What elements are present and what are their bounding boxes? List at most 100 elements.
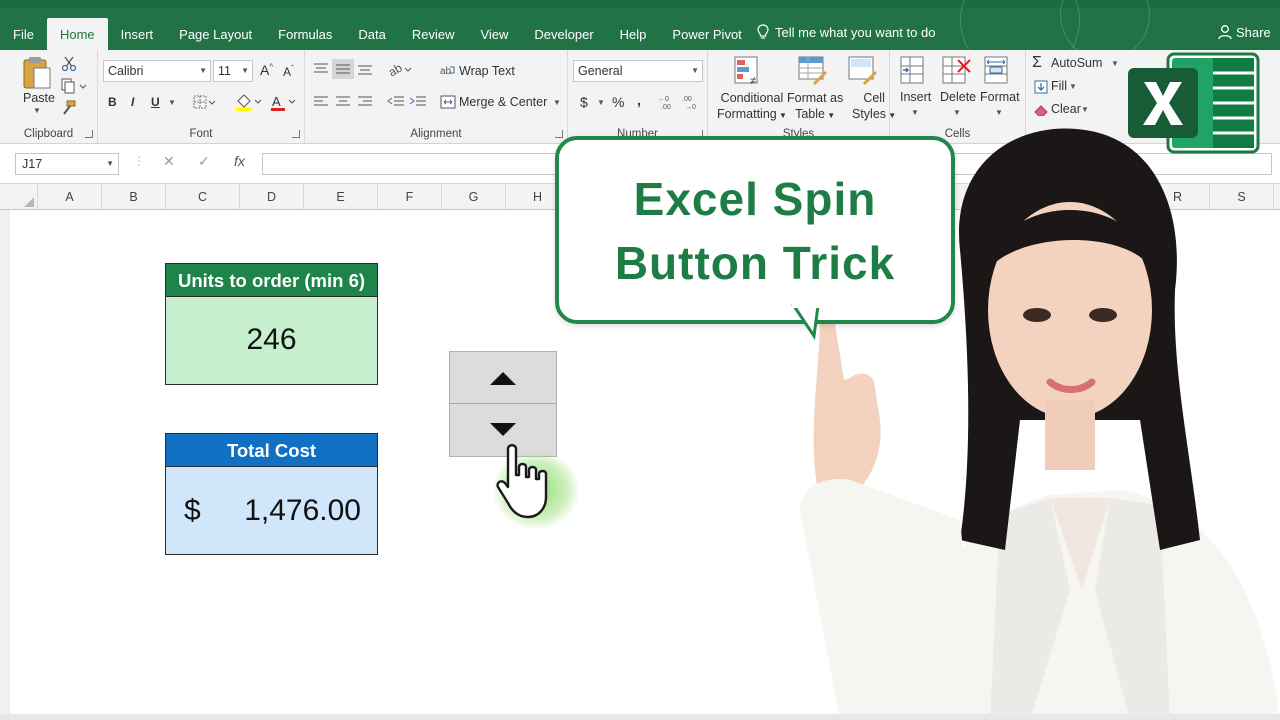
ribbon-tabs: File Home Insert Page Layout Formulas Da… xyxy=(0,18,755,50)
delete-cells-icon xyxy=(942,56,972,91)
cell-styles-line2: Styles xyxy=(852,107,887,121)
tell-me-search[interactable]: Tell me what you want to do xyxy=(757,24,935,40)
name-box[interactable]: J17 ▼ xyxy=(15,153,119,175)
cancel-icon[interactable]: ✕ xyxy=(163,153,175,170)
decrease-indent-icon[interactable] xyxy=(387,95,405,114)
font-dialog-launcher-icon[interactable] xyxy=(292,130,300,138)
underline-dropdown-icon[interactable]: ▼ xyxy=(168,98,176,107)
column-header-c[interactable]: C xyxy=(166,184,240,210)
tab-developer[interactable]: Developer xyxy=(521,18,606,50)
decrease-font-size-icon[interactable]: Aˇ xyxy=(283,64,294,79)
format-cells-button[interactable]: Format xyxy=(980,90,1020,104)
copy-button[interactable] xyxy=(61,78,87,99)
total-cost-cell-block[interactable]: Total Cost $ 1,476.00 xyxy=(165,433,378,555)
tab-help[interactable]: Help xyxy=(607,18,660,50)
comma-button[interactable]: , xyxy=(637,92,641,108)
font-name-select[interactable]: Calibri ▼ xyxy=(103,60,211,82)
clear-button[interactable]: Clear xyxy=(1051,102,1081,116)
currency-button[interactable]: $ xyxy=(580,94,588,110)
number-group: General ▼ $ ▼ % , ←0.00 .00 →0 Number xyxy=(568,50,708,144)
format-painter-button[interactable] xyxy=(61,100,77,121)
orientation-icon[interactable]: ab xyxy=(386,60,413,82)
fill-color-button[interactable] xyxy=(235,93,263,116)
underline-button[interactable]: U xyxy=(151,95,160,109)
paste-dropdown-icon[interactable]: ▼ xyxy=(33,106,41,115)
column-header-f[interactable]: F xyxy=(378,184,442,210)
currency-dropdown-icon[interactable]: ▼ xyxy=(597,98,605,107)
clipboard-group-label: Clipboard xyxy=(23,128,74,140)
share-button[interactable]: Share xyxy=(1218,24,1271,40)
conditional-formatting-button[interactable]: Conditional Formatting ▼ xyxy=(717,90,787,124)
insert-dropdown-icon[interactable]: ▼ xyxy=(911,108,919,117)
column-header-a[interactable]: A xyxy=(38,184,102,210)
fill-dropdown-icon[interactable]: ▼ xyxy=(1069,82,1077,91)
middle-align-icon[interactable] xyxy=(332,59,354,79)
tab-data[interactable]: Data xyxy=(345,18,398,50)
fill-button[interactable]: Fill xyxy=(1051,79,1067,93)
alignment-dialog-launcher-icon[interactable] xyxy=(555,130,563,138)
svg-text:ab: ab xyxy=(387,61,405,77)
align-left-icon[interactable] xyxy=(313,95,329,114)
insert-cells-button[interactable]: Insert xyxy=(900,90,931,104)
delete-dropdown-icon[interactable]: ▼ xyxy=(953,108,961,117)
clear-dropdown-icon[interactable]: ▼ xyxy=(1081,105,1089,114)
wrap-text-icon[interactable]: ab xyxy=(440,63,456,82)
bottom-align-icon[interactable] xyxy=(357,62,373,81)
top-align-icon[interactable] xyxy=(313,62,329,81)
column-header-g[interactable]: G xyxy=(442,184,506,210)
units-to-order-cell-block[interactable]: Units to order (min 6) 246 xyxy=(165,263,378,385)
tab-view[interactable]: View xyxy=(467,18,521,50)
italic-button[interactable]: I xyxy=(131,95,134,109)
total-cost-value: 1,476.00 xyxy=(244,494,361,527)
insert-cells-icon xyxy=(900,56,928,91)
insert-function-icon[interactable]: fx xyxy=(234,153,245,169)
triangle-up-icon xyxy=(490,372,516,385)
tab-file[interactable]: File xyxy=(0,18,47,50)
tab-power-pivot[interactable]: Power Pivot xyxy=(659,18,754,50)
increase-decimal-icon[interactable]: ←0.00 xyxy=(658,94,678,115)
font-size-select[interactable]: 11 ▼ xyxy=(213,60,253,82)
column-header-b[interactable]: B xyxy=(102,184,166,210)
decrease-decimal-icon[interactable]: .00 →0 xyxy=(682,94,702,115)
column-header-d[interactable]: D xyxy=(240,184,304,210)
callout-title-line2: Button Trick xyxy=(614,237,896,289)
units-header: Units to order (min 6) xyxy=(166,264,377,297)
autosum-dropdown-icon[interactable]: ▼ xyxy=(1111,59,1119,68)
number-format-value: General xyxy=(578,64,623,78)
svg-text:.00: .00 xyxy=(682,96,692,103)
format-as-table-button[interactable]: Format as Table ▼ xyxy=(787,90,843,124)
tab-page-layout[interactable]: Page Layout xyxy=(166,18,265,50)
align-right-icon[interactable] xyxy=(357,95,373,114)
fill-down-icon xyxy=(1034,80,1048,99)
copy-icon xyxy=(61,78,87,94)
select-all-corner[interactable] xyxy=(0,184,38,210)
merge-dropdown-icon[interactable]: ▼ xyxy=(553,98,561,107)
increase-font-size-icon[interactable]: A^ xyxy=(260,62,273,78)
tab-insert[interactable]: Insert xyxy=(108,18,167,50)
merge-center-icon[interactable] xyxy=(440,95,456,114)
column-header-e[interactable]: E xyxy=(304,184,378,210)
svg-text:≠: ≠ xyxy=(750,75,756,86)
font-color-button[interactable]: A xyxy=(270,93,298,116)
clipboard-dialog-launcher-icon[interactable] xyxy=(85,130,93,138)
tab-formulas[interactable]: Formulas xyxy=(265,18,345,50)
cut-button[interactable] xyxy=(61,56,77,77)
delete-cells-button[interactable]: Delete xyxy=(940,90,976,104)
tab-review[interactable]: Review xyxy=(399,18,468,50)
paste-label[interactable]: Paste xyxy=(23,91,55,105)
wrap-text-button[interactable]: Wrap Text xyxy=(459,64,515,78)
format-dropdown-icon[interactable]: ▼ xyxy=(995,108,1003,117)
cell-styles-icon xyxy=(848,56,878,91)
borders-button[interactable] xyxy=(193,95,217,114)
percent-button[interactable]: % xyxy=(612,94,624,110)
align-center-icon[interactable] xyxy=(335,95,351,114)
enter-icon[interactable]: ✓ xyxy=(198,153,210,170)
increase-indent-icon[interactable] xyxy=(409,95,427,114)
merge-center-button[interactable]: Merge & Center xyxy=(459,95,547,109)
spin-up-button[interactable] xyxy=(450,352,556,404)
autosum-button[interactable]: AutoSum xyxy=(1051,56,1102,70)
format-as-table-line2: Table xyxy=(795,107,825,121)
bold-button[interactable]: B xyxy=(108,95,117,109)
number-format-select[interactable]: General ▼ xyxy=(573,60,703,82)
tab-home[interactable]: Home xyxy=(46,18,108,50)
